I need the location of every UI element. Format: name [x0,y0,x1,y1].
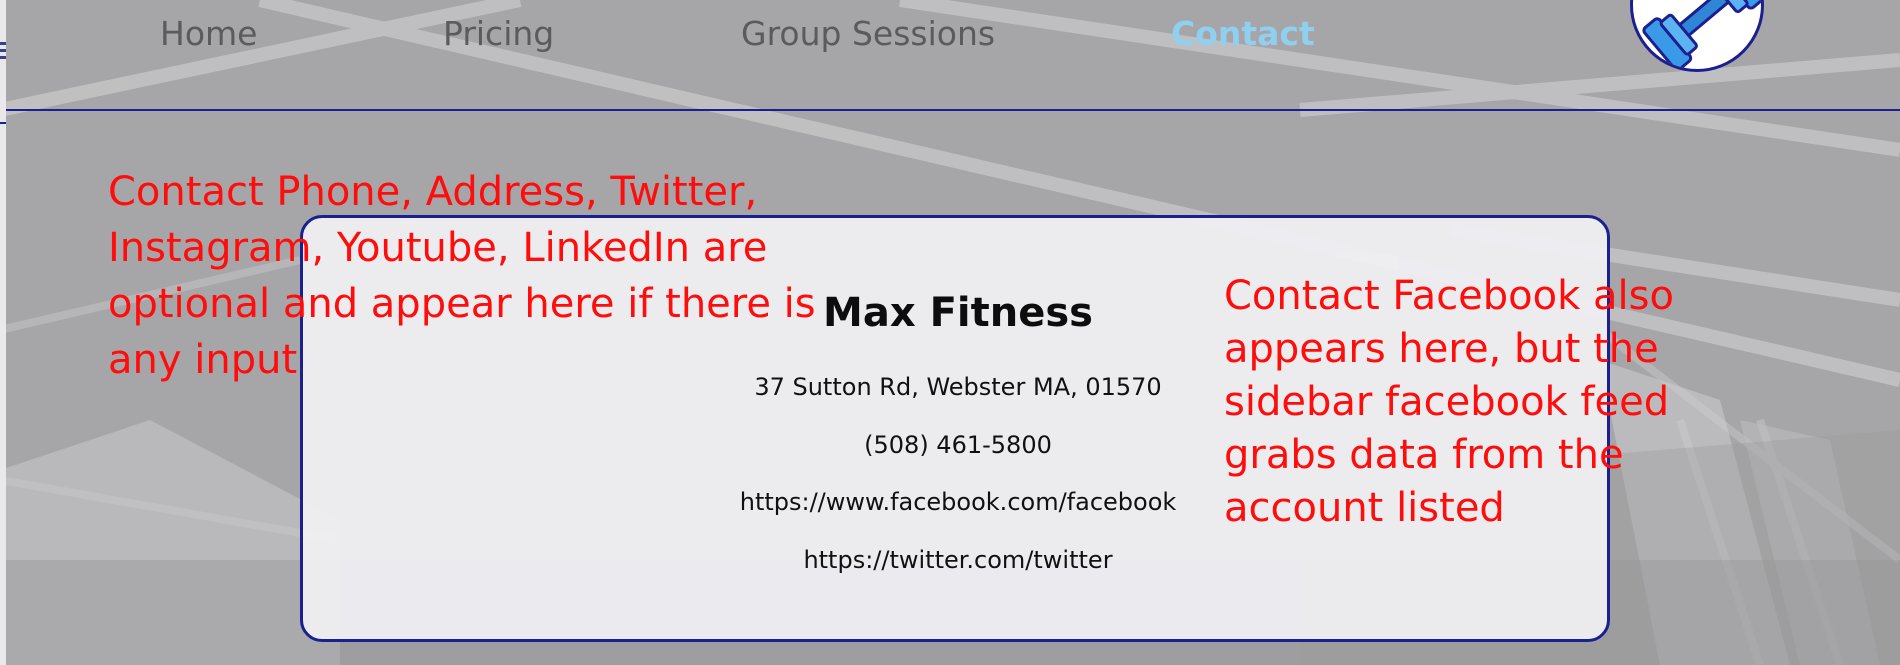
facebook-link[interactable]: https://www.facebook.com/facebook [740,488,1177,516]
nav-divider [6,109,1900,111]
twitter-link[interactable]: https://twitter.com/twitter [803,546,1112,574]
contact-phone[interactable]: (508) 461-5800 [864,431,1052,459]
nav-item-home[interactable]: Home [160,14,257,53]
annotation-optional-fields: Contact Phone, Address, Twitter, Instagr… [108,169,816,383]
nav-item-group-sessions[interactable]: Group Sessions [741,14,995,53]
dumbbell-icon[interactable] [1630,0,1764,72]
contact-page: Home Pricing Group Sessions Contact Max … [0,0,1900,665]
logo-graphic [1642,0,1761,69]
nav-item-pricing[interactable]: Pricing [443,14,554,53]
business-name: Max Fitness [823,290,1093,336]
annotation-facebook-feed: Contact Facebook also appears here, but … [1224,273,1674,531]
nav-item-contact[interactable]: Contact [1171,14,1315,53]
main-nav: Home Pricing Group Sessions Contact [0,0,1900,111]
left-edge-rule [0,122,6,124]
